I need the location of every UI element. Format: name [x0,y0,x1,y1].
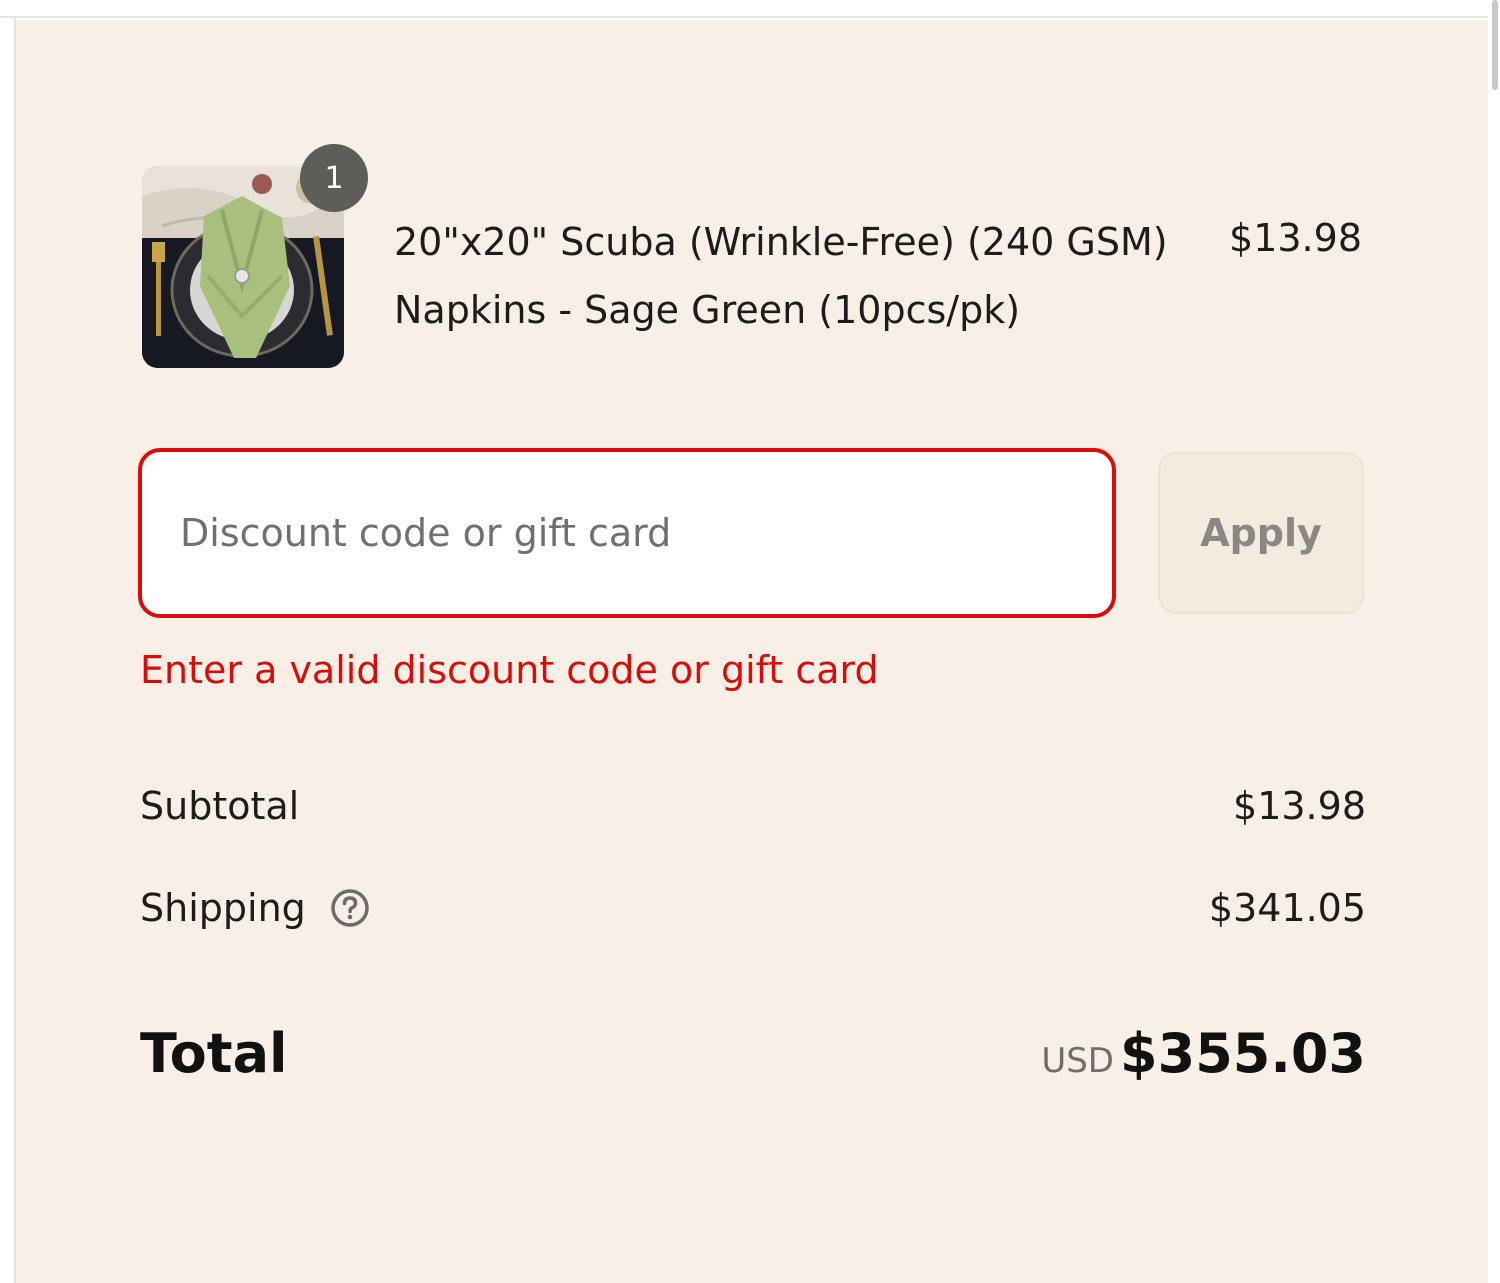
subtotal-label: Subtotal [140,784,300,828]
line-item-price: $13.98 [1229,216,1362,260]
shipping-label: Shipping [140,886,306,930]
scrollbar[interactable] [1488,0,1500,1283]
left-border [0,18,16,1283]
total-label: Total [140,1022,288,1085]
total-currency: USD [1041,1041,1114,1081]
shipping-value: $341.05 [1208,886,1366,930]
total-value: $355.03 [1120,1022,1366,1085]
subtotal-value: $13.98 [1233,784,1366,828]
apply-discount-button[interactable]: Apply [1158,452,1364,614]
top-border [0,0,1500,18]
question-circle-icon[interactable] [330,888,370,928]
scrollbar-thumb[interactable] [1492,0,1498,90]
line-item-name: 20"x20" Scuba (Wrinkle-Free) (240 GSM) N… [394,220,1168,332]
line-item-thumbnail: 1 [142,144,368,368]
quantity-badge: 1 [300,144,368,212]
discount-code-input[interactable] [138,448,1116,618]
discount-error-message: Enter a valid discount code or gift card [140,648,879,692]
